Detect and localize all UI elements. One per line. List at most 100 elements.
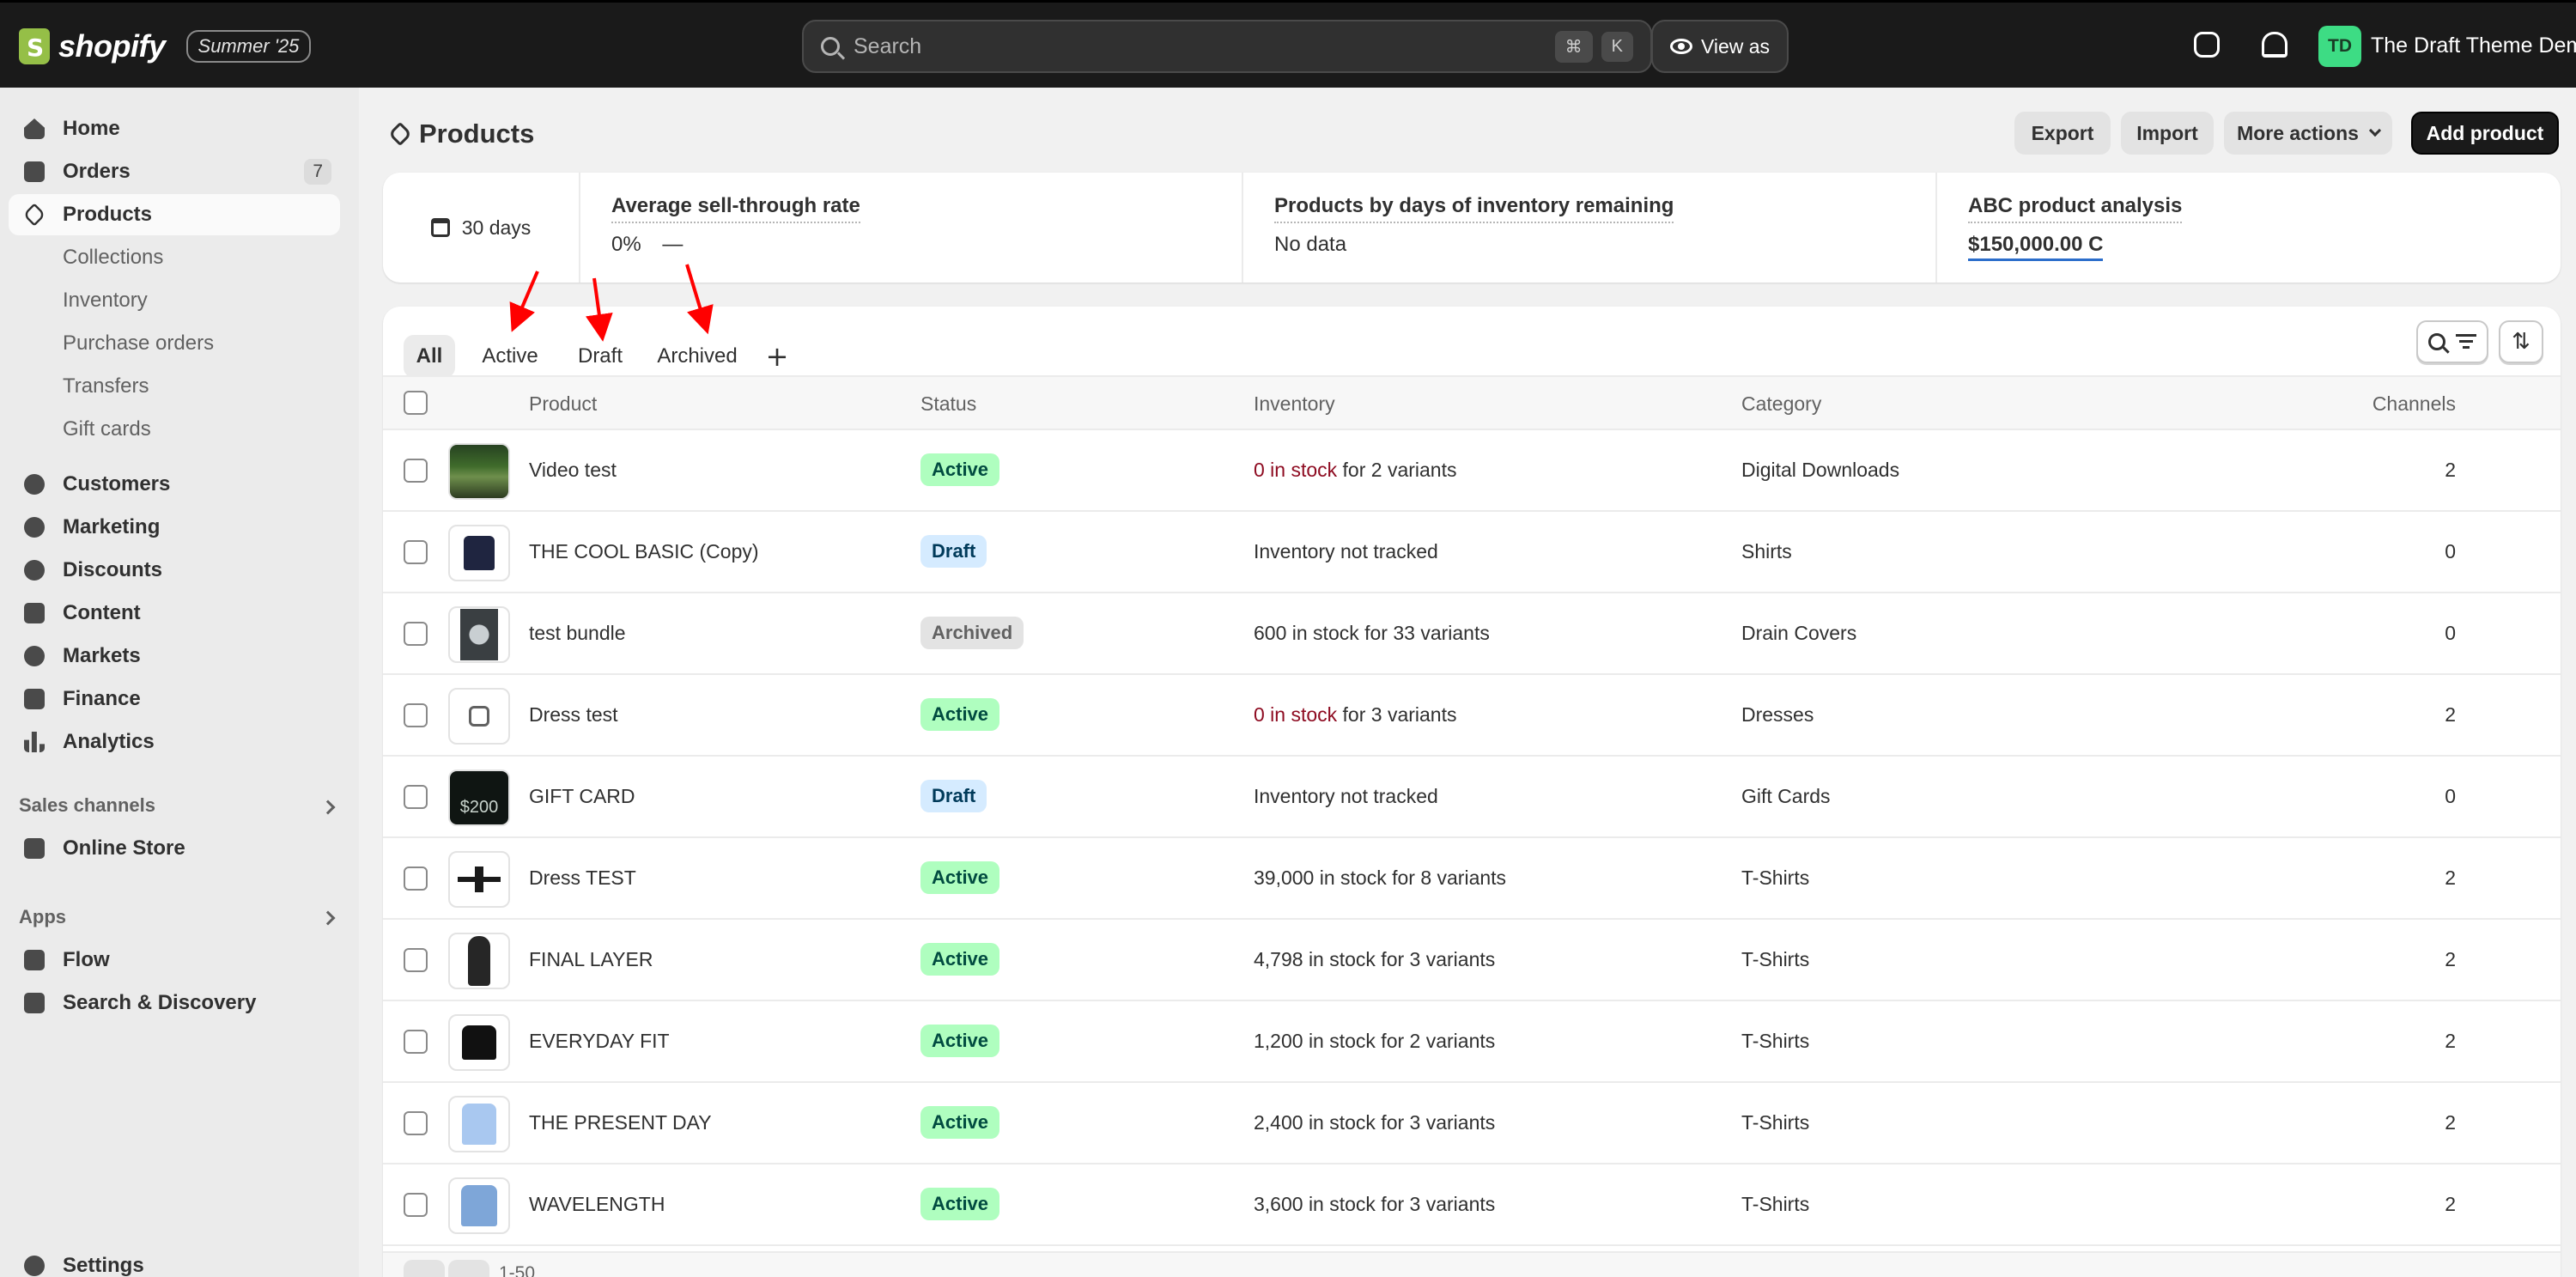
sidebar-item-settings[interactable]: Settings — [9, 1245, 340, 1277]
metric-abc-analysis[interactable]: ABC product analysis $150,000.00 C — [1937, 173, 2561, 283]
sidebar-item-analytics[interactable]: Analytics — [9, 721, 340, 763]
table-row[interactable]: $200 GIFT CARD Draft Inventory not track… — [383, 757, 2561, 838]
row-checkbox[interactable] — [404, 1030, 428, 1054]
import-button[interactable]: Import — [2121, 112, 2214, 155]
row-checkbox[interactable] — [404, 622, 428, 646]
sidebar-item-transfers[interactable]: Transfers — [9, 366, 340, 407]
metric-value: No data — [1274, 233, 1347, 256]
shirt-thumbnail-image — [464, 536, 495, 570]
tab-draft[interactable]: Draft — [565, 335, 635, 378]
table-row[interactable]: THE PRESENT DAY Active 2,400 in stock fo… — [383, 1083, 2561, 1165]
tab-all[interactable]: All — [404, 335, 455, 378]
shortcut-key-k: K — [1601, 31, 1633, 62]
product-name[interactable]: FINAL LAYER — [529, 948, 653, 971]
view-as-button[interactable]: View as — [1651, 20, 1789, 73]
table-row[interactable]: FINAL LAYER Active 4,798 in stock for 3 … — [383, 920, 2561, 1001]
sidebar-item-label: Analytics — [63, 730, 155, 753]
sidebar-item-flow[interactable]: Flow — [9, 940, 340, 981]
sidebar-item-gift-cards[interactable]: Gift cards — [9, 409, 340, 450]
date-range-label: 30 days — [461, 216, 532, 239]
column-header-channels[interactable]: Channels — [2372, 392, 2456, 416]
sidebar-item-home[interactable]: Home — [9, 108, 340, 149]
next-page-button[interactable] — [448, 1260, 489, 1277]
row-checkbox[interactable] — [404, 1111, 428, 1135]
product-name[interactable]: Video test — [529, 459, 617, 482]
metric-days-inventory[interactable]: Products by days of inventory remaining … — [1243, 173, 1937, 283]
column-header-product[interactable]: Product — [529, 392, 597, 416]
metric-sell-through[interactable]: Average sell-through rate 0% — — [580, 173, 1243, 283]
status-badge: Active — [920, 943, 1000, 976]
sidebar-item-search-discovery[interactable]: Search & Discovery — [9, 982, 340, 1024]
sidebar-item-collections[interactable]: Collections — [9, 237, 340, 278]
table-row[interactable]: Dress TEST Active 39,000 in stock for 8 … — [383, 838, 2561, 920]
shopify-logo[interactable]: shopify Summer '25 — [19, 28, 312, 64]
sidebar-item-purchase-orders[interactable]: Purchase orders — [9, 323, 340, 364]
orders-count-badge: 7 — [304, 159, 331, 185]
add-product-button[interactable]: Add product — [2411, 112, 2559, 155]
date-range-picker[interactable]: 30 days — [383, 173, 580, 283]
product-thumbnail — [448, 851, 510, 908]
product-name[interactable]: Dress test — [529, 703, 618, 727]
column-header-category[interactable]: Category — [1741, 392, 1821, 416]
previous-page-button[interactable] — [404, 1260, 445, 1277]
table-row[interactable]: EVERYDAY FIT Active 1,200 in stock for 2… — [383, 1001, 2561, 1083]
sidebar-item-marketing[interactable]: Marketing — [9, 507, 340, 548]
row-checkbox[interactable] — [404, 540, 428, 564]
apps-heading[interactable]: Apps — [19, 906, 66, 928]
search-filter-button[interactable] — [2416, 320, 2488, 363]
sidebar-item-products[interactable]: Products — [9, 194, 340, 235]
sidebar-item-finance[interactable]: Finance — [9, 678, 340, 720]
table-row[interactable]: Video test Active 0 in stock for 2 varia… — [383, 430, 2561, 512]
table-header: Product Status Inventory Category Channe… — [383, 375, 2561, 430]
table-row[interactable]: THE COOL BASIC (Copy) Draft Inventory no… — [383, 512, 2561, 593]
category-cell: T-Shirts — [1741, 948, 1810, 970]
channels-cell: 2 — [2445, 948, 2456, 970]
row-checkbox[interactable] — [404, 459, 428, 483]
more-actions-button[interactable]: More actions — [2224, 112, 2392, 155]
product-name[interactable]: GIFT CARD — [529, 785, 635, 808]
row-checkbox[interactable] — [404, 948, 428, 972]
tab-active[interactable]: Active — [469, 335, 551, 378]
row-checkbox[interactable] — [404, 867, 428, 891]
product-thumbnail — [448, 443, 510, 500]
sidebar-item-label: Purchase orders — [63, 331, 215, 355]
column-header-inventory[interactable]: Inventory — [1254, 392, 1335, 416]
product-name[interactable]: THE PRESENT DAY — [529, 1111, 712, 1134]
sidebar-item-customers[interactable]: Customers — [9, 464, 340, 505]
sidebar-item-content[interactable]: Content — [9, 593, 340, 634]
row-checkbox[interactable] — [404, 703, 428, 727]
tag-icon — [22, 203, 46, 227]
search-input[interactable]: Search ⌘ K — [802, 20, 1652, 73]
column-header-status[interactable]: Status — [920, 392, 976, 416]
sidebar-item-markets[interactable]: Markets — [9, 635, 340, 677]
product-name[interactable]: THE COOL BASIC (Copy) — [529, 540, 759, 563]
sidebar-item-orders[interactable]: Orders 7 — [9, 151, 340, 192]
table-row[interactable]: test bundle Archived 600 in stock for 33… — [383, 593, 2561, 675]
product-name[interactable]: WAVELENGTH — [529, 1193, 665, 1216]
chevron-right-icon[interactable] — [320, 910, 336, 926]
status-badge: Active — [920, 1106, 1000, 1139]
sidebar-item-discounts[interactable]: Discounts — [9, 550, 340, 591]
store-avatar[interactable]: TD — [2318, 26, 2361, 67]
chevron-right-icon[interactable] — [320, 800, 336, 815]
product-name[interactable]: EVERYDAY FIT — [529, 1030, 670, 1053]
store-name[interactable]: The Draft Theme Demo — [2371, 33, 2576, 58]
row-checkbox[interactable] — [404, 785, 428, 809]
sales-channels-heading[interactable]: Sales channels — [19, 794, 155, 817]
product-name[interactable]: Dress TEST — [529, 867, 636, 890]
notifications-bell-icon[interactable] — [2262, 32, 2287, 58]
product-name[interactable]: test bundle — [529, 622, 626, 645]
inventory-text: Inventory not tracked — [1254, 785, 1438, 807]
sidebar-item-inventory[interactable]: Inventory — [9, 280, 340, 321]
export-button[interactable]: Export — [2014, 112, 2111, 155]
tab-archived[interactable]: Archived — [649, 335, 745, 378]
sidekick-icon[interactable] — [2194, 32, 2220, 58]
table-row[interactable]: Dress test Active 0 in stock for 3 varia… — [383, 675, 2561, 757]
select-all-checkbox[interactable] — [404, 391, 428, 415]
sidebar-item-online-store[interactable]: Online Store — [9, 828, 340, 869]
shopify-bag-icon — [19, 28, 50, 64]
table-row[interactable]: WAVELENGTH Active 3,600 in stock for 3 v… — [383, 1165, 2561, 1246]
row-checkbox[interactable] — [404, 1193, 428, 1217]
sort-button[interactable]: ⇅ — [2499, 320, 2543, 363]
add-view-button[interactable]: + — [756, 335, 799, 378]
